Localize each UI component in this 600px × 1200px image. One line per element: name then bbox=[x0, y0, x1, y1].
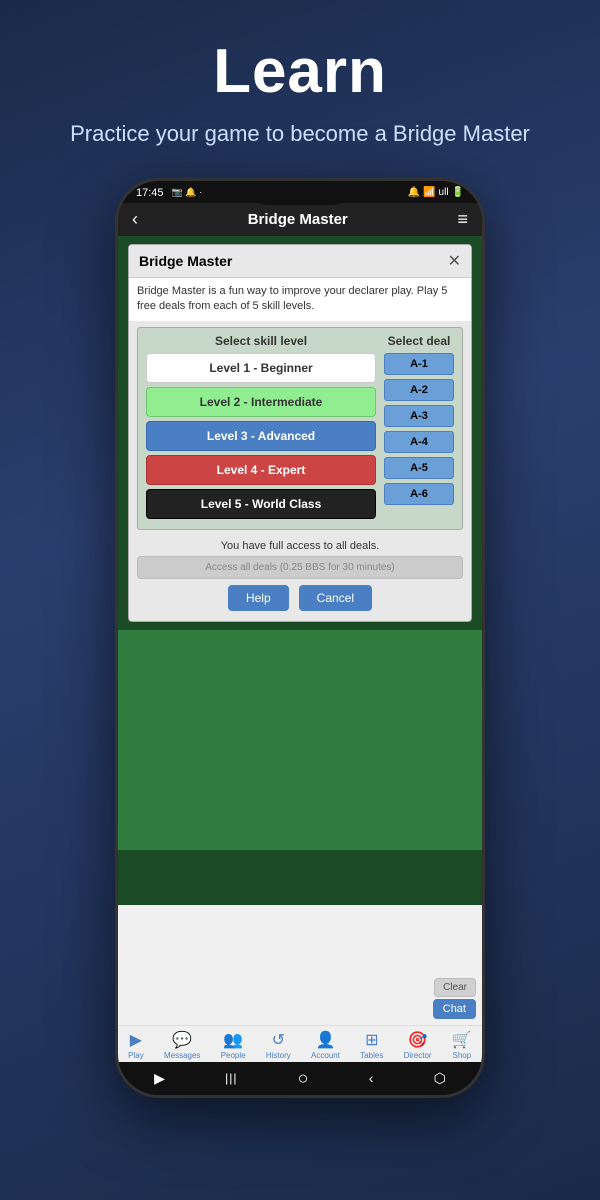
menu-button[interactable]: ≡ bbox=[457, 209, 468, 230]
skill-level-5[interactable]: Level 5 - World Class bbox=[146, 489, 376, 519]
history-icon: ↺ bbox=[272, 1030, 285, 1050]
battery-icon: 🔋 bbox=[452, 187, 464, 198]
dialog-overlay: Bridge Master ✕ Bridge Master is a fun w… bbox=[118, 236, 482, 905]
tables-icon: ⊞ bbox=[365, 1030, 378, 1050]
dialog-title: Bridge Master bbox=[139, 253, 232, 269]
dialog-close-button[interactable]: ✕ bbox=[448, 251, 461, 271]
bottom-nav: ▶ Play 💬 Messages 👥 People ↺ History 👤 A… bbox=[118, 1025, 482, 1062]
nav-messages[interactable]: 💬 Messages bbox=[164, 1030, 200, 1060]
deal-a5[interactable]: A-5 bbox=[384, 457, 454, 479]
full-access-text: You have full access to all deals. bbox=[137, 540, 463, 552]
skill-col-header: Select skill level bbox=[146, 334, 376, 348]
action-buttons: Help Cancel bbox=[137, 585, 463, 617]
skill-level-3[interactable]: Level 3 - Advanced bbox=[146, 421, 376, 451]
deal-column: Select deal A-1 A-2 A-3 A-4 A-5 A-6 bbox=[384, 334, 454, 523]
play-icon: ▶ bbox=[130, 1030, 142, 1050]
wifi-icon: 📶 bbox=[423, 187, 435, 198]
deal-a1[interactable]: A-1 bbox=[384, 353, 454, 375]
nav-people[interactable]: 👥 People bbox=[221, 1030, 246, 1060]
skill-level-2[interactable]: Level 2 - Intermediate bbox=[146, 387, 376, 417]
help-button[interactable]: Help bbox=[228, 585, 289, 611]
home-sys-button[interactable]: ○ bbox=[298, 1068, 309, 1089]
account-icon: 👤 bbox=[316, 1030, 336, 1050]
white-area: Clear Chat bbox=[118, 905, 482, 1025]
messages-icon: 💬 bbox=[172, 1030, 192, 1050]
nav-tables-label: Tables bbox=[360, 1051, 383, 1060]
hero-title: Learn bbox=[213, 36, 387, 107]
skill-select-area: Select skill level Level 1 - Beginner Le… bbox=[137, 327, 463, 530]
signal-icon: ull bbox=[439, 187, 449, 198]
dialog-box: Bridge Master ✕ Bridge Master is a fun w… bbox=[128, 244, 472, 622]
hero-subtitle: Practice your game to become a Bridge Ma… bbox=[70, 119, 530, 150]
skill-level-1[interactable]: Level 1 - Beginner bbox=[146, 353, 376, 383]
green-table-area bbox=[118, 630, 482, 850]
nav-history[interactable]: ↺ History bbox=[266, 1030, 291, 1060]
deal-a2[interactable]: A-2 bbox=[384, 379, 454, 401]
nav-people-label: People bbox=[221, 1051, 246, 1060]
status-left: 17:45 📷 🔔 · bbox=[136, 187, 202, 199]
director-icon: 🎯 bbox=[408, 1030, 428, 1050]
deal-a6[interactable]: A-6 bbox=[384, 483, 454, 505]
back-button[interactable]: ‹ bbox=[132, 209, 138, 230]
nav-account-label: Account bbox=[311, 1051, 340, 1060]
nav-shop-label: Shop bbox=[452, 1051, 471, 1060]
alarm-icon: 🔔 bbox=[408, 187, 420, 198]
nav-director-label: Director bbox=[404, 1051, 432, 1060]
phone-shell: 17:45 📷 🔔 · 🔔 📶 ull 🔋 ‹ Bridge Master ≡ … bbox=[115, 178, 485, 1098]
access-all-deals-button[interactable]: Access all deals (0.25 BBS for 30 minute… bbox=[137, 556, 463, 579]
skill-column: Select skill level Level 1 - Beginner Le… bbox=[146, 334, 376, 523]
shop-icon: 🛒 bbox=[452, 1030, 472, 1050]
app-content: Bridge Master ✕ Bridge Master is a fun w… bbox=[118, 236, 482, 905]
system-nav: ▶ ||| ○ ‹ ⬡ bbox=[118, 1062, 482, 1095]
status-bar: 17:45 📷 🔔 · 🔔 📶 ull 🔋 bbox=[118, 181, 482, 203]
nav-account[interactable]: 👤 Account bbox=[311, 1030, 340, 1060]
dialog-footer: You have full access to all deals. Acces… bbox=[129, 536, 471, 621]
status-right: 🔔 📶 ull 🔋 bbox=[408, 187, 464, 198]
nav-title: Bridge Master bbox=[248, 211, 348, 228]
extra-sys-icon[interactable]: ⬡ bbox=[434, 1070, 446, 1087]
nav-shop[interactable]: 🛒 Shop bbox=[452, 1030, 472, 1060]
play-sys-icon[interactable]: ▶ bbox=[154, 1070, 165, 1087]
clear-button[interactable]: Clear bbox=[434, 978, 476, 997]
nav-director[interactable]: 🎯 Director bbox=[404, 1030, 432, 1060]
deal-col-header: Select deal bbox=[384, 334, 454, 348]
skill-level-4[interactable]: Level 4 - Expert bbox=[146, 455, 376, 485]
people-icon: 👥 bbox=[223, 1030, 243, 1050]
deal-a3[interactable]: A-3 bbox=[384, 405, 454, 427]
dialog-description: Bridge Master is a fun way to improve yo… bbox=[129, 278, 471, 321]
deal-a4[interactable]: A-4 bbox=[384, 431, 454, 453]
chat-button[interactable]: Chat bbox=[433, 999, 476, 1019]
cancel-button[interactable]: Cancel bbox=[299, 585, 372, 611]
nav-messages-label: Messages bbox=[164, 1051, 200, 1060]
dialog-header: Bridge Master ✕ bbox=[129, 245, 471, 278]
nav-play[interactable]: ▶ Play bbox=[128, 1030, 144, 1060]
recents-sys-icon[interactable]: ||| bbox=[225, 1071, 237, 1085]
status-time: 17:45 bbox=[136, 187, 164, 199]
nav-play-label: Play bbox=[128, 1051, 144, 1060]
nav-bar: ‹ Bridge Master ≡ bbox=[118, 203, 482, 236]
back-sys-button[interactable]: ‹ bbox=[369, 1070, 374, 1086]
status-icons-left: 📷 🔔 · bbox=[172, 187, 202, 198]
nav-history-label: History bbox=[266, 1051, 291, 1060]
nav-tables[interactable]: ⊞ Tables bbox=[360, 1030, 383, 1060]
